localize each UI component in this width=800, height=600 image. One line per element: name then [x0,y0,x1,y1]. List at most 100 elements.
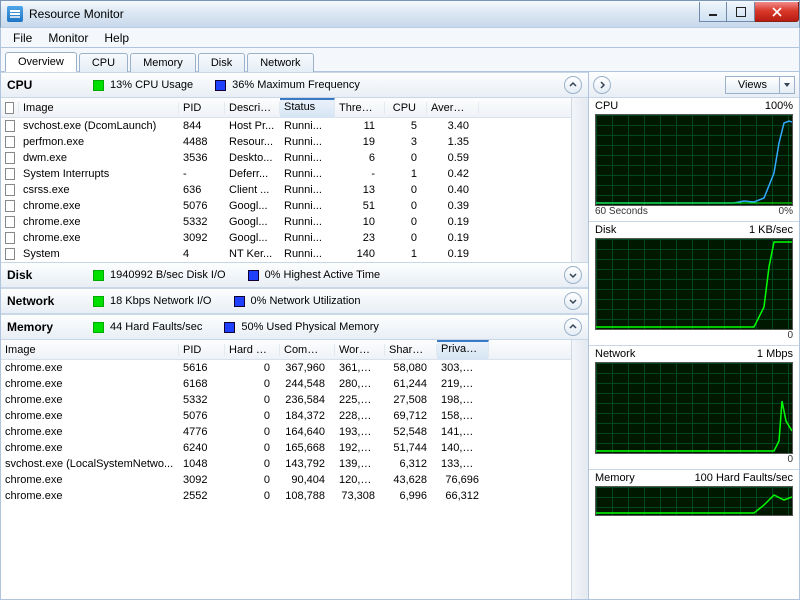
cell-pid: 4 [179,248,225,260]
row-checkbox[interactable] [1,168,19,180]
column-hardfaults[interactable]: Hard F... [225,344,280,356]
menu-file[interactable]: File [5,29,40,47]
tab-memory[interactable]: Memory [130,53,196,72]
tab-cpu[interactable]: CPU [79,53,128,72]
memory-table-body: chrome.exe56160367,960361,51658,080303,4… [1,360,571,504]
column-commit[interactable]: Commi... [280,344,335,356]
column-status[interactable]: Status [280,98,335,118]
section-header-network[interactable]: Network 18 Kbps Network I/O 0% Network U… [1,288,588,314]
tab-network[interactable]: Network [247,53,313,72]
table-row[interactable]: chrome.exe25520108,78873,3086,99666,312 [1,488,571,504]
collapse-button[interactable] [564,318,582,336]
menu-help[interactable]: Help [96,29,137,47]
graph-title-network: Network [595,348,635,360]
column-pid[interactable]: PID [179,102,225,114]
cell-cpu: 3 [385,136,427,148]
row-checkbox[interactable] [1,184,19,196]
table-row[interactable]: System Interrupts-Deferr...Runni...-10.4… [1,166,571,182]
column-checkbox[interactable] [1,102,19,114]
column-private[interactable]: Private ... [437,340,489,360]
table-row[interactable]: csrss.exe636Client ...Runni...1300.40 [1,182,571,198]
table-row[interactable]: chrome.exe61680244,548280,70061,244219,4… [1,376,571,392]
table-row[interactable]: chrome.exe5076Googl...Runni...5100.39 [1,198,571,214]
row-checkbox[interactable] [1,248,19,260]
table-row[interactable]: chrome.exe50760184,372228,68069,712158,9… [1,408,571,424]
content-area: CPU 13% CPU Usage 36% Maximum Frequency … [0,72,800,600]
scrollbar-vertical[interactable] [571,340,588,599]
row-checkbox[interactable] [1,152,19,164]
menu-monitor[interactable]: Monitor [40,29,96,47]
table-row[interactable]: chrome.exe47760164,640193,56052,548141,0… [1,424,571,440]
row-checkbox[interactable] [1,120,19,132]
scrollbar-vertical[interactable] [571,98,588,262]
cell-pid: 4488 [179,136,225,148]
table-row[interactable]: chrome.exe62400165,668192,29251,744140,5… [1,440,571,456]
maximize-button[interactable] [727,2,755,22]
cell-pid: 6168 [179,378,225,390]
disk-active-text: 0% Highest Active Time [265,269,381,281]
cell-status: Runni... [280,120,335,132]
cell-image: svchost.exe (DcomLaunch) [19,120,179,132]
cell-threads: 10 [335,216,385,228]
cell-commit: 244,548 [280,378,335,390]
section-header-memory[interactable]: Memory 44 Hard Faults/sec 50% Used Physi… [1,314,588,340]
table-row[interactable]: chrome.exe3092090,404120,32443,62876,696 [1,472,571,488]
cell-threads: 19 [335,136,385,148]
cell-threads: 51 [335,200,385,212]
column-threads[interactable]: Threads [335,102,385,114]
table-row[interactable]: chrome.exe5332Googl...Runni...1000.19 [1,214,571,230]
column-description[interactable]: Descrip... [225,102,280,114]
legend-square-blue-icon [234,296,245,307]
table-row[interactable]: System4NT Ker...Runni...14010.19 [1,246,571,262]
row-checkbox[interactable] [1,200,19,212]
cell-cpu: 0 [385,184,427,196]
table-row[interactable]: chrome.exe3092Googl...Runni...2300.19 [1,230,571,246]
collapse-button[interactable] [564,76,582,94]
cell-pid: 2552 [179,490,225,502]
cell-pid: 6240 [179,442,225,454]
cell-pid: 636 [179,184,225,196]
right-pane: Views CPU100% 60 Seconds0% Disk1 KB/sec … [589,72,799,599]
section-title: Memory [7,320,93,334]
cell-shareable: 51,744 [385,442,437,454]
table-row[interactable]: chrome.exe53320236,584225,71627,508198,2… [1,392,571,408]
expand-button[interactable] [564,266,582,284]
cell-cpu: 0 [385,200,427,212]
column-cpu[interactable]: CPU [385,102,427,114]
minimize-button[interactable] [699,2,727,22]
cell-description: NT Ker... [225,248,280,260]
table-row[interactable]: svchost.exe (LocalSystemNetwo...10480143… [1,456,571,472]
column-average[interactable]: Averag... [427,102,479,114]
graph-scale-memory: 100 Hard Faults/sec [695,472,793,484]
cell-threads: 140 [335,248,385,260]
section-header-disk[interactable]: Disk 1940992 B/sec Disk I/O 0% Highest A… [1,262,588,288]
collapse-pane-button[interactable] [593,76,611,94]
tab-disk[interactable]: Disk [198,53,245,72]
tab-bar: Overview CPU Memory Disk Network [0,48,800,72]
views-dropdown[interactable]: Views [725,76,795,94]
table-row[interactable]: svchost.exe (DcomLaunch)844Host Pr...Run… [1,118,571,134]
close-button[interactable] [755,2,799,22]
section-header-cpu[interactable]: CPU 13% CPU Usage 36% Maximum Frequency [1,72,588,98]
column-image[interactable]: Image [1,344,179,356]
cell-hardfaults: 0 [225,394,280,406]
graph-sub-right: 0% [779,206,793,217]
cell-threads: 13 [335,184,385,196]
table-row[interactable]: chrome.exe56160367,960361,51658,080303,4… [1,360,571,376]
cell-hardfaults: 0 [225,378,280,390]
column-image[interactable]: Image [19,102,179,114]
app-icon [7,6,23,22]
expand-button[interactable] [564,292,582,310]
row-checkbox[interactable] [1,136,19,148]
tab-overview[interactable]: Overview [5,52,77,72]
row-checkbox[interactable] [1,232,19,244]
table-row[interactable]: perfmon.exe4488Resour...Runni...1931.35 [1,134,571,150]
row-checkbox[interactable] [1,216,19,228]
column-pid[interactable]: PID [179,344,225,356]
cell-workingset: 120,324 [335,474,385,486]
table-row[interactable]: dwm.exe3536Deskto...Runni...600.59 [1,150,571,166]
cell-pid: 3092 [179,232,225,244]
column-shareable[interactable]: Sharea... [385,344,437,356]
column-workingset[interactable]: Worki... [335,344,385,356]
graph-sub-left: 60 Seconds [595,206,648,217]
